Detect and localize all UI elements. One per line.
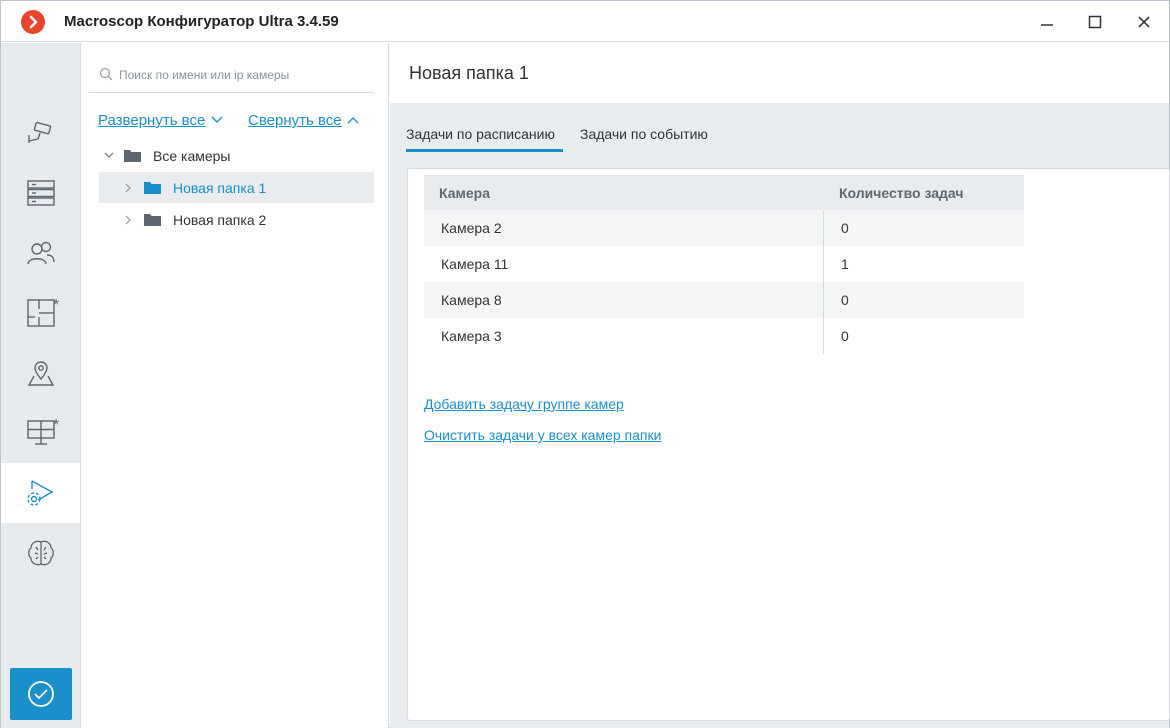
maximize-icon [1088, 15, 1102, 29]
rail-item-servers[interactable] [1, 163, 80, 223]
search-input[interactable] [119, 65, 369, 85]
rail-item-monitors[interactable]: * [1, 403, 80, 463]
chevron-down-icon[interactable] [104, 152, 114, 159]
play-gear-icon [26, 480, 53, 506]
tree-item-folder-2[interactable]: Новая папка 2 [99, 204, 374, 235]
cell-camera: Камера 2 [424, 210, 824, 246]
search-box[interactable] [89, 57, 374, 93]
search-icon [99, 67, 113, 81]
clear-folder-tasks-link[interactable]: Очистить задачи у всех камер папки [424, 427, 661, 443]
tree-item-all-cameras[interactable]: Все камеры [99, 140, 374, 171]
cell-task-count: 1 [841, 256, 849, 272]
server-icon [26, 180, 55, 206]
title-bar: Macroscop Конфигуратор Ultra 3.4.59 [1, 1, 1169, 42]
cell-task-count: 0 [841, 220, 849, 236]
close-button[interactable] [1129, 7, 1159, 37]
table-row[interactable]: Камера 8 0 [424, 282, 1024, 318]
tasks-card: Камера Количество задач Камера 2 0 Камер… [407, 168, 1170, 721]
column-header-task-count[interactable]: Количество задач [824, 185, 1024, 201]
collapse-all-link[interactable]: Свернуть все [248, 112, 342, 129]
rail-item-plans[interactable]: * [1, 283, 80, 343]
rail-item-tasks[interactable] [1, 463, 80, 523]
table-row[interactable]: Камера 3 0 [424, 318, 1024, 354]
folder-icon [144, 182, 161, 194]
camera-icon [27, 121, 51, 143]
maximize-button[interactable] [1080, 7, 1110, 37]
app-logo-icon [21, 10, 45, 34]
tree-item-label: Новая папка 1 [173, 179, 267, 196]
add-group-task-link[interactable]: Добавить задачу группе камер [424, 396, 624, 412]
camera-tree-panel: Развернуть все Свернуть все Все камеры Н… [81, 43, 389, 728]
rail-item-cameras[interactable] [1, 103, 80, 163]
chevron-right-icon[interactable] [125, 215, 132, 225]
map-pin-icon [27, 361, 54, 386]
chevron-right-icon[interactable] [125, 183, 132, 193]
modified-marker: * [53, 297, 60, 314]
floor-plan-icon [26, 299, 55, 327]
rail-item-users[interactable] [1, 223, 80, 283]
navigation-rail: * * [1, 43, 81, 728]
active-tab-indicator [406, 149, 563, 152]
rail-item-maps[interactable] [1, 343, 80, 403]
app-title: Macroscop Конфигуратор Ultra 3.4.59 [64, 13, 339, 30]
minimize-icon [1041, 24, 1053, 26]
monitor-icon [26, 420, 55, 445]
rail-item-analytics[interactable] [1, 523, 80, 583]
chevron-down-icon[interactable] [211, 116, 223, 124]
table-row[interactable]: Камера 2 0 [424, 210, 1024, 246]
column-header-camera[interactable]: Камера [424, 185, 824, 201]
cell-task-count: 0 [841, 292, 849, 308]
expand-all-link[interactable]: Развернуть все [98, 112, 205, 129]
tree-item-label: Новая папка 2 [173, 211, 267, 228]
users-icon [26, 241, 55, 265]
table-row[interactable]: Камера 11 1 [424, 246, 1024, 282]
page-title: Новая папка 1 [409, 63, 529, 83]
tab-schedule-tasks[interactable]: Задачи по расписанию [406, 126, 555, 142]
minimize-button[interactable] [1032, 7, 1062, 37]
cell-task-count: 0 [841, 328, 849, 344]
folder-icon [124, 150, 141, 162]
camera-tasks-table: Камера Количество задач Камера 2 0 Камер… [424, 175, 1024, 354]
tree-item-folder-1[interactable]: Новая папка 1 [99, 172, 374, 203]
main-header: Новая папка 1 [390, 43, 1169, 103]
cell-camera: Камера 3 [424, 318, 824, 354]
tab-event-tasks[interactable]: Задачи по событию [580, 126, 708, 142]
cell-camera: Камера 8 [424, 282, 824, 318]
chevron-up-icon[interactable] [347, 116, 359, 124]
table-header: Камера Количество задач [424, 175, 1024, 210]
app-window: Macroscop Конфигуратор Ultra 3.4.59 * * … [0, 0, 1170, 728]
folder-icon [144, 214, 161, 226]
checkmark-circle-icon [28, 681, 54, 707]
tree-item-label: Все камеры [153, 147, 231, 164]
modified-marker: * [53, 417, 60, 434]
apply-button[interactable] [10, 668, 72, 720]
cell-camera: Камера 11 [424, 246, 824, 282]
close-icon [1138, 16, 1150, 28]
main-panel: Новая папка 1 Задачи по расписанию Задач… [390, 43, 1170, 728]
brain-icon [27, 540, 54, 566]
